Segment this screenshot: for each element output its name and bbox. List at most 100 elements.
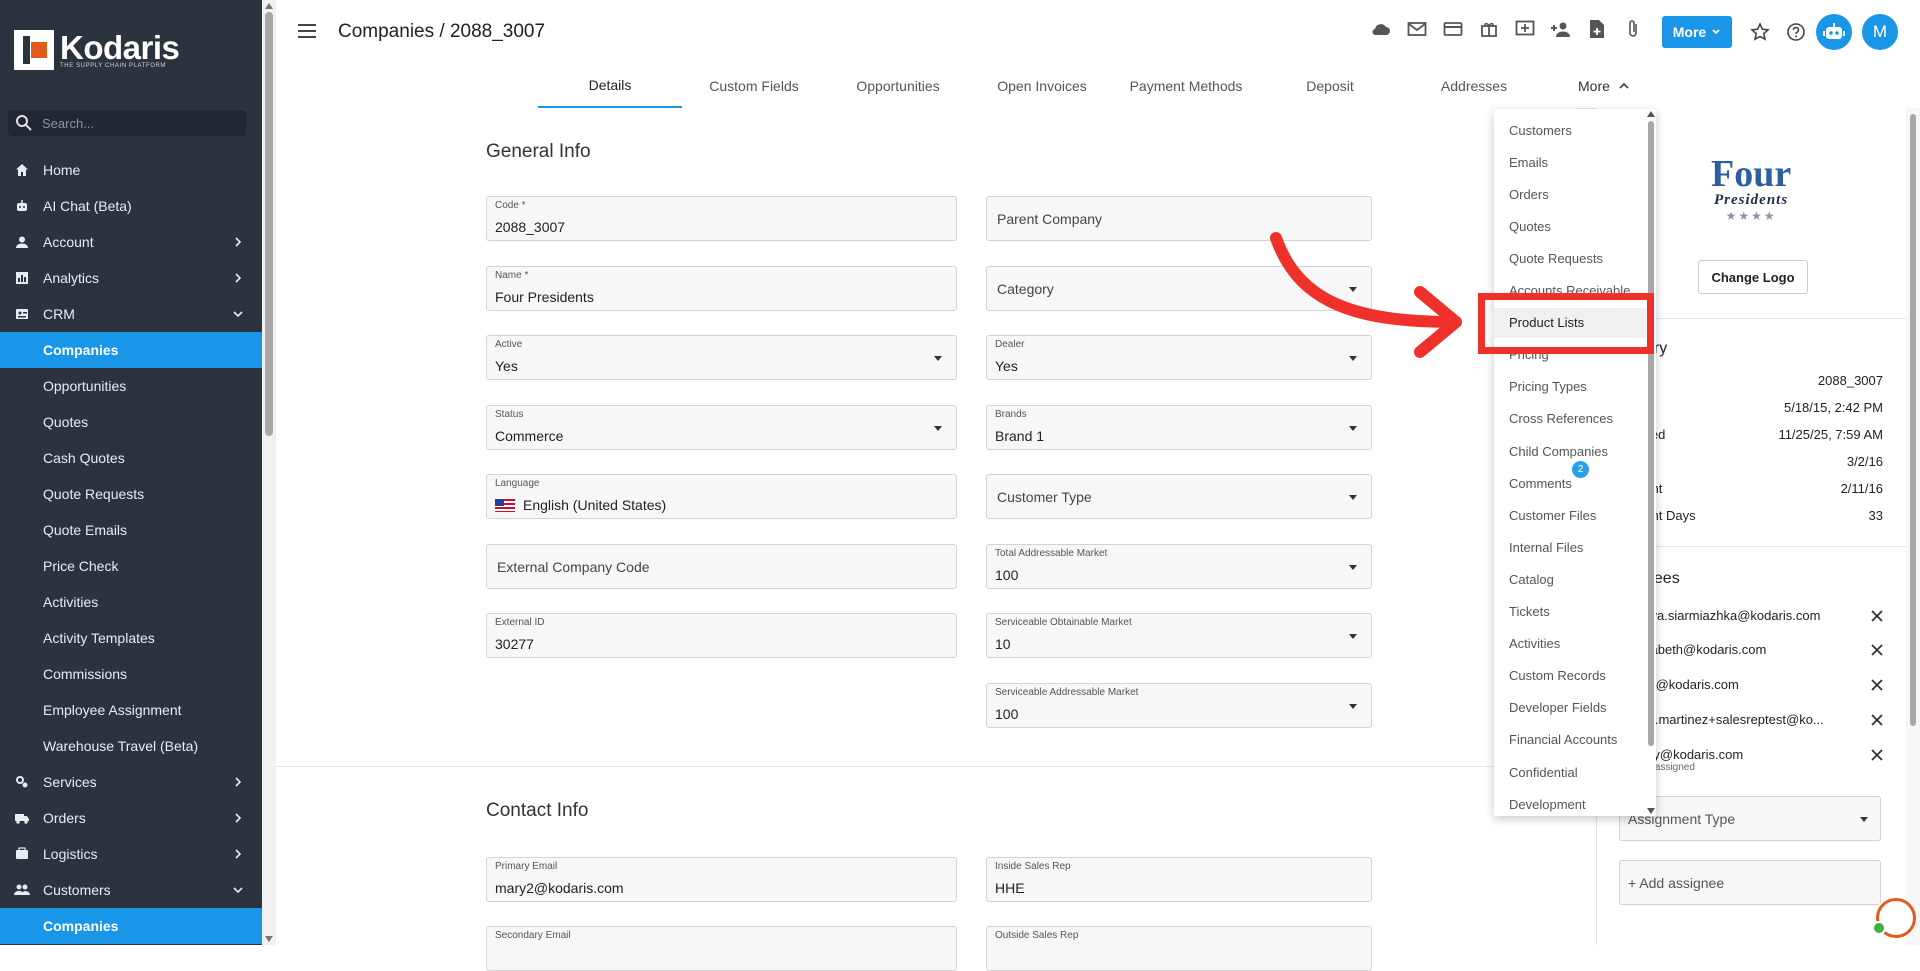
menu-item-customers[interactable]: Customers bbox=[1494, 115, 1646, 145]
name-field[interactable]: Name * Four Presidents bbox=[486, 266, 957, 311]
main-scrollbar[interactable] bbox=[262, 0, 276, 945]
menu-item-financial-accounts[interactable]: Financial Accounts bbox=[1494, 725, 1646, 755]
menu-item-confidential[interactable]: Confidential bbox=[1494, 757, 1646, 787]
tab-addresses[interactable]: Addresses bbox=[1402, 64, 1546, 107]
close-icon[interactable] bbox=[1871, 644, 1883, 656]
note-add-icon[interactable] bbox=[1586, 18, 1608, 40]
menu-item-emails[interactable]: Emails bbox=[1494, 147, 1646, 177]
add-person-icon[interactable] bbox=[1550, 18, 1572, 40]
tab-custom-fields[interactable]: Custom Fields bbox=[682, 64, 826, 107]
card-icon[interactable] bbox=[1442, 18, 1464, 40]
outside-sales-rep-field[interactable]: Outside Sales Rep bbox=[986, 926, 1372, 971]
menu-item-quotes[interactable]: Quotes bbox=[1494, 211, 1646, 241]
sidebar-item-customers[interactable]: Customers bbox=[0, 872, 262, 908]
menu-icon[interactable] bbox=[298, 24, 316, 38]
customer-type-select[interactable]: Customer Type bbox=[986, 474, 1372, 519]
close-icon[interactable] bbox=[1871, 610, 1883, 622]
menu-item-tickets[interactable]: Tickets bbox=[1494, 597, 1646, 627]
sidebar-item-price-check[interactable]: Price Check bbox=[0, 548, 262, 584]
attach-icon[interactable] bbox=[1622, 18, 1644, 40]
tab-details[interactable]: Details bbox=[538, 64, 682, 108]
menu-item-developer-fields[interactable]: Developer Fields bbox=[1494, 693, 1646, 723]
mail-icon[interactable] bbox=[1406, 18, 1428, 40]
sidebar-item-activity-templates[interactable]: Activity Templates bbox=[0, 620, 262, 656]
scroll-up-arrow[interactable] bbox=[265, 3, 273, 9]
close-icon[interactable] bbox=[1871, 714, 1883, 726]
scrollbar-thumb[interactable] bbox=[1648, 121, 1654, 746]
external-company-code-field[interactable]: External Company Code bbox=[486, 544, 957, 589]
close-icon[interactable] bbox=[1871, 749, 1883, 761]
code-field[interactable]: Code * 2088_3007 bbox=[486, 196, 957, 241]
tab-deposit[interactable]: Deposit bbox=[1258, 64, 1402, 107]
scrollbar-thumb[interactable] bbox=[1910, 114, 1916, 726]
sidebar-item-commissions[interactable]: Commissions bbox=[0, 656, 262, 692]
sidebar-item-quote-requests[interactable]: Quote Requests bbox=[0, 476, 262, 512]
sidebar-item-services[interactable]: Services bbox=[0, 764, 262, 800]
secondary-email-field[interactable]: Secondary Email bbox=[486, 926, 957, 971]
tam-select[interactable]: Total Addressable Market 100 bbox=[986, 544, 1372, 589]
menu-scrollbar[interactable] bbox=[1646, 109, 1656, 816]
sidebar-item-warehouse-travel-beta[interactable]: Warehouse Travel (Beta) bbox=[0, 728, 262, 764]
sidebar-item-cash-quotes[interactable]: Cash Quotes bbox=[0, 440, 262, 476]
sidebar-item-orders[interactable]: Orders bbox=[0, 800, 262, 836]
sidebar-item-quote-emails[interactable]: Quote Emails bbox=[0, 512, 262, 548]
sidebar-item-logistics[interactable]: Logistics bbox=[0, 836, 262, 872]
add-box-icon[interactable] bbox=[1514, 18, 1536, 40]
sidebar-item-quotes[interactable]: Quotes bbox=[0, 404, 262, 440]
menu-item-catalog[interactable]: Catalog bbox=[1494, 564, 1646, 594]
menu-item-child-companies[interactable]: Child Companies bbox=[1494, 436, 1646, 466]
more-button[interactable]: More bbox=[1662, 16, 1732, 48]
sidebar-item-companies[interactable]: Companies bbox=[0, 332, 262, 368]
menu-item-cross-references[interactable]: Cross References bbox=[1494, 404, 1646, 434]
ai-assistant-button[interactable] bbox=[1816, 14, 1852, 50]
sidebar-item-home[interactable]: Home bbox=[0, 152, 262, 188]
som-select[interactable]: Serviceable Obtainable Market 10 bbox=[986, 613, 1372, 658]
sidebar-item-analytics[interactable]: Analytics bbox=[0, 260, 262, 296]
menu-item-development[interactable]: Development bbox=[1494, 789, 1646, 816]
menu-item-orders[interactable]: Orders bbox=[1494, 179, 1646, 209]
menu-item-internal-files[interactable]: Internal Files bbox=[1494, 532, 1646, 562]
scroll-up-arrow[interactable] bbox=[1647, 111, 1655, 117]
search-input[interactable] bbox=[40, 114, 234, 132]
assignment-type-select[interactable]: Assignment Type bbox=[1619, 796, 1881, 841]
sidebar-item-label: Account bbox=[43, 234, 94, 250]
user-avatar[interactable]: M bbox=[1862, 14, 1898, 50]
scroll-down-arrow[interactable] bbox=[265, 936, 273, 942]
sam-select[interactable]: Serviceable Addressable Market 100 bbox=[986, 683, 1372, 728]
status-select[interactable]: Status Commerce bbox=[486, 405, 957, 450]
sidebar-item-employee-assignment[interactable]: Employee Assignment bbox=[0, 692, 262, 728]
active-select[interactable]: Active Yes bbox=[486, 335, 957, 380]
close-icon[interactable] bbox=[1871, 679, 1883, 691]
sidebar-item-opportunities[interactable]: Opportunities bbox=[0, 368, 262, 404]
primary-email-field[interactable]: Primary Email mary2@kodaris.com bbox=[486, 857, 957, 902]
right-panel-scrollbar[interactable] bbox=[1906, 108, 1920, 945]
kodaris-logo[interactable]: Kodaris THE SUPPLY CHAIN PLATFORM bbox=[14, 30, 180, 70]
change-logo-button[interactable]: Change Logo bbox=[1698, 260, 1808, 294]
sidebar-item-companies[interactable]: Companies bbox=[0, 908, 262, 944]
menu-item-custom-records[interactable]: Custom Records bbox=[1494, 661, 1646, 691]
gift-icon[interactable] bbox=[1478, 18, 1500, 40]
inside-sales-rep-field[interactable]: Inside Sales Rep HHE bbox=[986, 857, 1372, 902]
cloud-icon[interactable] bbox=[1370, 18, 1392, 40]
scroll-down-arrow[interactable] bbox=[1647, 808, 1655, 814]
menu-item-comments[interactable]: Comments 2 bbox=[1494, 461, 1646, 498]
help-icon[interactable] bbox=[1786, 22, 1806, 42]
star-icon[interactable] bbox=[1750, 22, 1770, 42]
sidebar-item-activities[interactable]: Activities bbox=[0, 584, 262, 620]
menu-item-activities[interactable]: Activities bbox=[1494, 629, 1646, 659]
language-select[interactable]: Language English (United States) bbox=[486, 474, 957, 519]
tab-more[interactable]: More bbox=[1578, 64, 1630, 107]
add-assignee-field[interactable]: + Add assignee bbox=[1619, 860, 1881, 905]
tab-open-invoices[interactable]: Open Invoices bbox=[970, 64, 1114, 107]
tab-payment-methods[interactable]: Payment Methods bbox=[1114, 64, 1258, 107]
sidebar-item-account[interactable]: Account bbox=[0, 224, 262, 260]
sidebar-item-crm[interactable]: CRM bbox=[0, 296, 262, 332]
menu-item-pricing-types[interactable]: Pricing Types bbox=[1494, 372, 1646, 402]
external-id-field[interactable]: External ID 30277 bbox=[486, 613, 957, 658]
menu-item-customer-files[interactable]: Customer Files bbox=[1494, 500, 1646, 530]
sidebar-item-ai-chat-beta[interactable]: AI Chat (Beta) bbox=[0, 188, 262, 224]
brands-select[interactable]: Brands Brand 1 bbox=[986, 405, 1372, 450]
tab-opportunities[interactable]: Opportunities bbox=[826, 64, 970, 107]
menu-item-quote-requests[interactable]: Quote Requests bbox=[1494, 243, 1646, 273]
scrollbar-thumb[interactable] bbox=[265, 12, 273, 436]
